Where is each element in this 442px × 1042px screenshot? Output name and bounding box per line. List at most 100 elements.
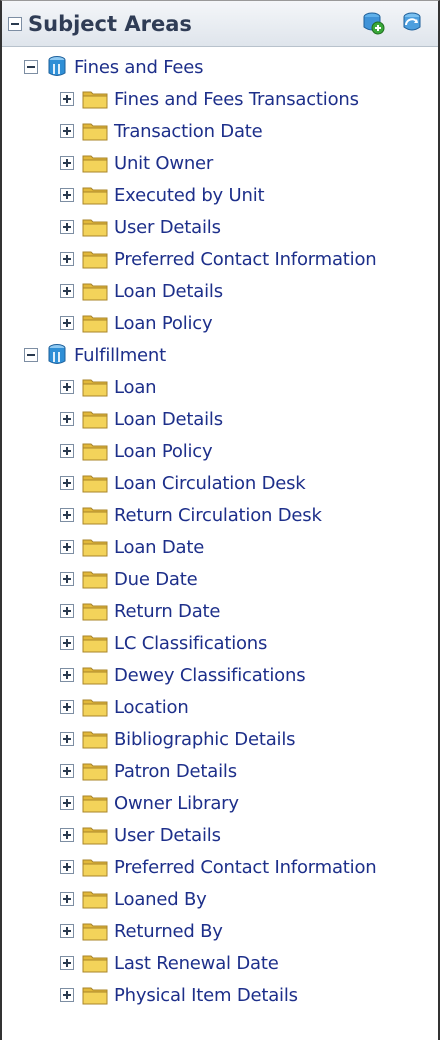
tree-node-folder[interactable]: Loaned By	[60, 883, 207, 915]
subject-areas-panel: Subject Areas Fines and Fees Fines and Fe…	[0, 0, 440, 1040]
folder-label: Loaned By	[114, 888, 207, 910]
folder-label: User Details	[114, 216, 221, 238]
tree-node-folder[interactable]: Dewey Classifications	[60, 659, 306, 691]
expand-toggle[interactable]	[60, 764, 74, 778]
tree-node-folder[interactable]: Last Renewal Date	[60, 947, 279, 979]
expand-toggle[interactable]	[60, 444, 74, 458]
folder-label: Returned By	[114, 920, 223, 942]
folder-icon	[82, 699, 108, 717]
tree-node-folder[interactable]: User Details	[60, 211, 221, 243]
tree-node-folder[interactable]: Physical Item Details	[60, 979, 298, 1011]
collapse-panel-toggle[interactable]	[8, 16, 22, 31]
tree-node-folder[interactable]: Loan Date	[60, 531, 204, 563]
expand-toggle[interactable]	[60, 668, 74, 682]
expand-toggle[interactable]	[60, 956, 74, 970]
folder-icon	[82, 859, 108, 877]
expand-toggle[interactable]	[60, 988, 74, 1002]
collapse-toggle[interactable]	[24, 348, 38, 362]
folder-icon	[82, 955, 108, 973]
folder-icon	[82, 667, 108, 685]
folder-icon	[82, 763, 108, 781]
tree-node-folder[interactable]: Preferred Contact Information	[60, 851, 377, 883]
expand-toggle[interactable]	[60, 252, 74, 266]
tree-node-folder[interactable]: Return Circulation Desk	[60, 499, 322, 531]
tree-node-folder[interactable]: User Details	[60, 819, 221, 851]
expand-toggle[interactable]	[60, 284, 74, 298]
tree-node-label: Fines and Fees	[74, 56, 204, 78]
folder-label: Due Date	[114, 568, 198, 590]
tree-node-folder[interactable]: Preferred Contact Information	[60, 243, 377, 275]
tree-node-folder[interactable]: Patron Details	[60, 755, 237, 787]
folder-icon	[82, 923, 108, 941]
tree-node-subject-area[interactable]: Fines and Fees	[24, 51, 204, 83]
tree-node-folder[interactable]: LC Classifications	[60, 627, 267, 659]
expand-toggle[interactable]	[60, 412, 74, 426]
expand-toggle[interactable]	[60, 700, 74, 714]
expand-toggle[interactable]	[60, 220, 74, 234]
expand-toggle[interactable]	[60, 476, 74, 490]
expand-toggle[interactable]	[60, 124, 74, 138]
folder-label: Bibliographic Details	[114, 728, 296, 750]
refresh-icon[interactable]	[400, 11, 424, 35]
expand-toggle[interactable]	[60, 796, 74, 810]
tree-node-folder[interactable]: Loan Circulation Desk	[60, 467, 306, 499]
folder-icon	[82, 795, 108, 813]
folder-icon	[82, 91, 108, 109]
folder-label: Fines and Fees Transactions	[114, 88, 359, 110]
expand-toggle[interactable]	[60, 572, 74, 586]
cube-icon	[48, 344, 66, 364]
expand-toggle[interactable]	[60, 892, 74, 906]
tree-node-folder[interactable]: Executed by Unit	[60, 179, 265, 211]
expand-toggle[interactable]	[60, 604, 74, 618]
tree-node-folder[interactable]: Fines and Fees Transactions	[60, 83, 359, 115]
tree-node-folder[interactable]: Returned By	[60, 915, 223, 947]
expand-toggle[interactable]	[60, 92, 74, 106]
folder-icon	[82, 731, 108, 749]
tree-node-label: Fulfillment	[74, 344, 166, 366]
folder-label: Loan Details	[114, 408, 223, 430]
tree-node-folder[interactable]: Bibliographic Details	[60, 723, 296, 755]
folder-icon	[82, 187, 108, 205]
tree-node-folder[interactable]: Loan Policy	[60, 307, 213, 339]
folder-icon	[82, 123, 108, 141]
folder-icon	[82, 315, 108, 333]
expand-toggle[interactable]	[60, 380, 74, 394]
tree-node-subject-area[interactable]: Fulfillment	[24, 339, 166, 371]
expand-toggle[interactable]	[60, 636, 74, 650]
expand-toggle[interactable]	[60, 540, 74, 554]
folder-icon	[82, 251, 108, 269]
expand-toggle[interactable]	[60, 316, 74, 330]
tree-node-folder[interactable]: Loan Details	[60, 403, 223, 435]
expand-toggle[interactable]	[60, 732, 74, 746]
expand-toggle[interactable]	[60, 828, 74, 842]
panel-header: Subject Areas	[2, 1, 438, 47]
folder-label: Loan Circulation Desk	[114, 472, 306, 494]
add-subject-area-icon[interactable]	[361, 11, 385, 35]
tree-node-folder[interactable]: Transaction Date	[60, 115, 263, 147]
tree-node-folder[interactable]: Owner Library	[60, 787, 239, 819]
folder-icon	[82, 827, 108, 845]
folder-label: Physical Item Details	[114, 984, 298, 1006]
expand-toggle[interactable]	[60, 924, 74, 938]
tree-node-folder[interactable]: Loan	[60, 371, 157, 403]
folder-label: Loan	[114, 376, 157, 398]
folder-icon	[82, 635, 108, 653]
folder-icon	[82, 155, 108, 173]
tree-node-folder[interactable]: Loan Policy	[60, 435, 213, 467]
tree-node-folder[interactable]: Return Date	[60, 595, 220, 627]
expand-toggle[interactable]	[60, 156, 74, 170]
collapse-toggle[interactable]	[24, 60, 38, 74]
folder-icon	[82, 443, 108, 461]
tree-node-folder[interactable]: Location	[60, 691, 189, 723]
folder-icon	[82, 891, 108, 909]
folder-icon	[82, 507, 108, 525]
folder-label: Executed by Unit	[114, 184, 265, 206]
tree-node-folder[interactable]: Unit Owner	[60, 147, 213, 179]
expand-toggle[interactable]	[60, 508, 74, 522]
expand-toggle[interactable]	[60, 860, 74, 874]
tree-node-folder[interactable]: Due Date	[60, 563, 198, 595]
tree-node-folder[interactable]: Loan Details	[60, 275, 223, 307]
folder-label: Unit Owner	[114, 152, 214, 174]
folder-icon	[82, 283, 108, 301]
expand-toggle[interactable]	[60, 188, 74, 202]
